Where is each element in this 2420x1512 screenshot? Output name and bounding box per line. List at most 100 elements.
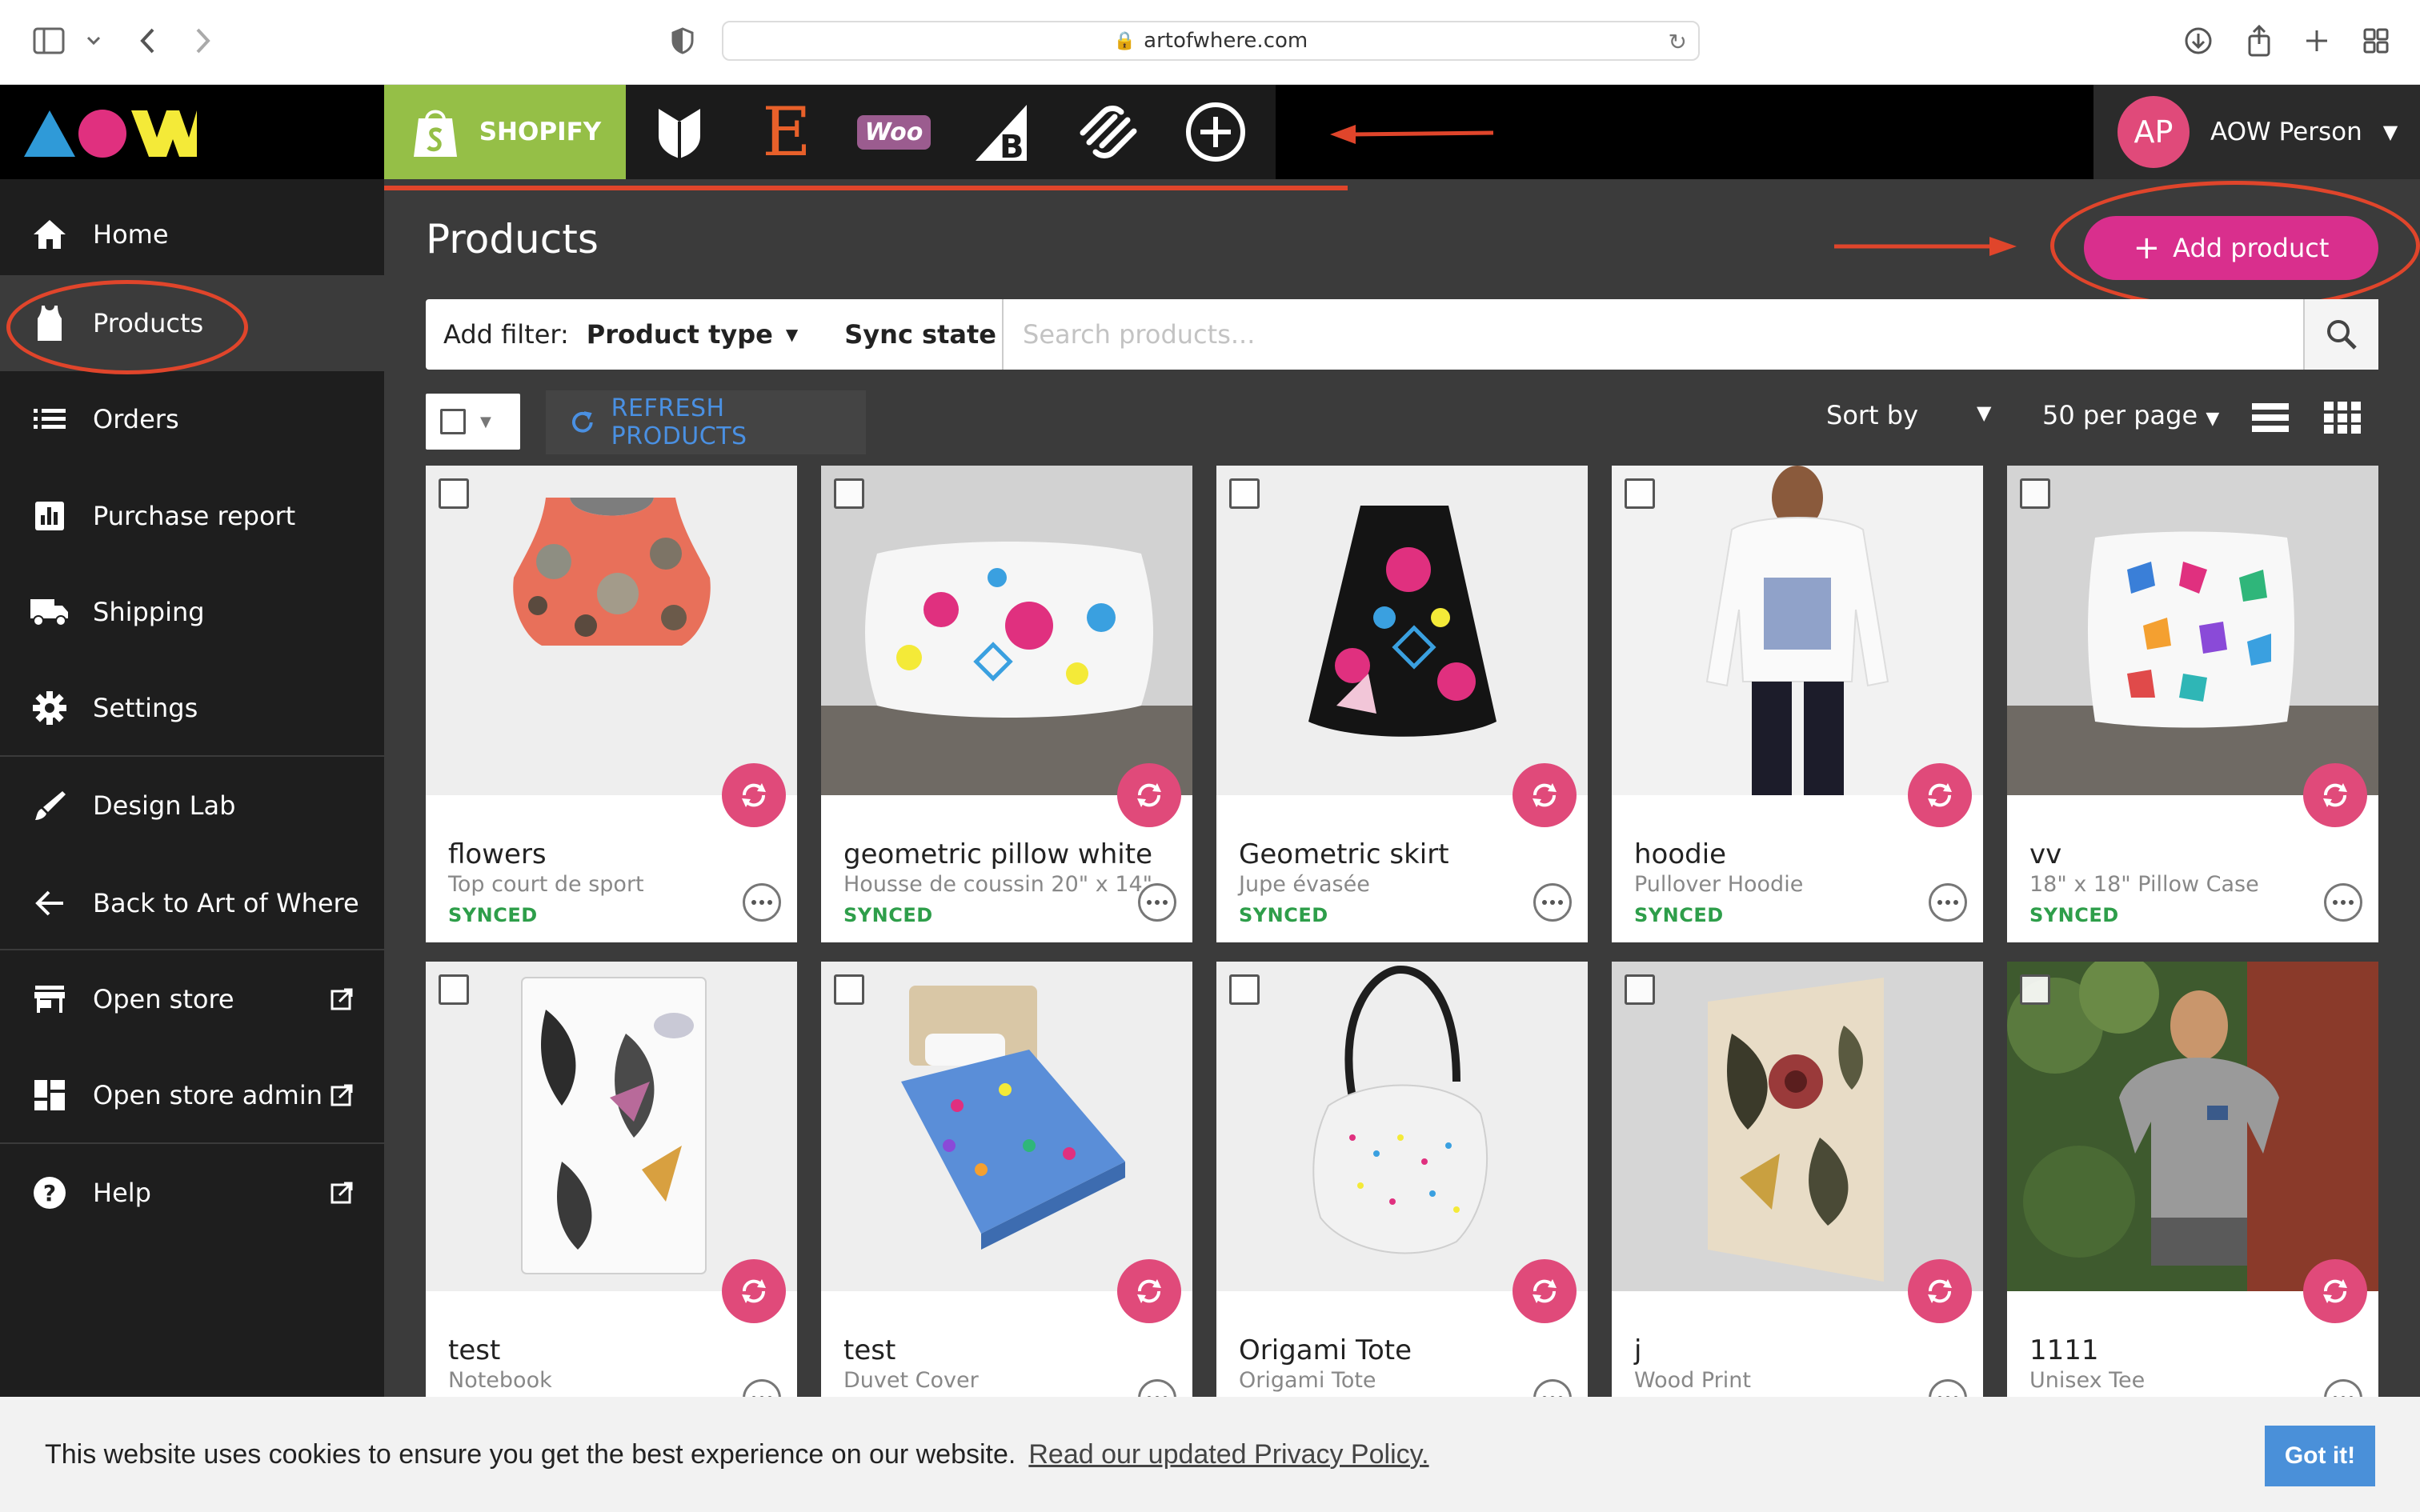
product-title[interactable]: vv [2029, 838, 2061, 870]
refresh-products-button[interactable]: REFRESH PRODUCTS [546, 390, 866, 454]
tab-overview-icon[interactable] [2356, 21, 2396, 61]
product-image-wood-print[interactable] [1612, 962, 1983, 1291]
caret-down-icon[interactable]: ▼ [1977, 402, 1991, 424]
sidebar-item-settings[interactable]: Settings [0, 664, 384, 752]
product-card[interactable]: geometric pillow white Housse de coussin… [821, 466, 1192, 942]
product-card[interactable]: hoodie Pullover Hoodie SYNCED [1612, 466, 1983, 942]
sync-button[interactable] [722, 1259, 786, 1323]
product-image-duvet[interactable] [821, 962, 1192, 1291]
tab-add-platform[interactable] [1162, 85, 1269, 179]
sync-button[interactable] [1117, 763, 1181, 827]
sync-button[interactable] [1908, 763, 1972, 827]
sync-button[interactable] [1512, 763, 1577, 827]
sidebar-item-home[interactable]: Home [0, 190, 384, 278]
product-title[interactable]: flowers [448, 838, 547, 870]
sync-button[interactable] [1117, 1259, 1181, 1323]
privacy-policy-link[interactable]: Read our updated Privacy Policy. [1028, 1439, 1428, 1470]
product-card[interactable]: test Duvet Cover [821, 962, 1192, 1438]
sync-state-dropdown[interactable]: Sync state ▼ [844, 319, 1021, 350]
chevron-down-icon[interactable] [74, 21, 114, 61]
back-icon[interactable] [128, 21, 168, 61]
select-all-dropdown[interactable]: ▼ [426, 394, 520, 450]
sort-by-dropdown[interactable]: Sort by [1826, 400, 1918, 430]
download-icon[interactable] [2178, 21, 2218, 61]
product-image-notebook[interactable] [426, 962, 797, 1291]
product-checkbox[interactable] [1625, 478, 1655, 509]
sidebar-item-back-to-aow[interactable]: Back to Art of Where [0, 859, 384, 947]
sync-button[interactable] [2303, 763, 2367, 827]
product-image-pillow[interactable] [821, 466, 1192, 795]
product-title[interactable]: test [843, 1334, 895, 1366]
user-menu[interactable]: AP AOW Person ▼ [2093, 85, 2420, 179]
more-options-button[interactable] [1138, 883, 1176, 922]
reload-icon[interactable]: ↻ [1669, 29, 1687, 55]
product-card[interactable]: test Notebook [426, 962, 797, 1438]
product-title[interactable]: test [448, 1334, 500, 1366]
grid-view-icon[interactable] [2324, 402, 2361, 434]
more-options-button[interactable] [743, 883, 781, 922]
product-checkbox[interactable] [439, 974, 469, 1005]
more-options-button[interactable] [1929, 883, 1967, 922]
product-type-dropdown[interactable]: Product type ▼ [587, 319, 798, 350]
product-checkbox[interactable] [439, 478, 469, 509]
sidebar-item-design-lab[interactable]: Design Lab [0, 762, 384, 850]
tab-shopify[interactable]: SHOPIFY [384, 85, 626, 179]
product-card[interactable]: j Wood Print [1612, 962, 1983, 1438]
more-options-button[interactable] [1533, 883, 1572, 922]
privacy-shield-icon[interactable] [663, 21, 703, 61]
share-icon[interactable] [2239, 21, 2279, 61]
sync-button[interactable] [2303, 1259, 2367, 1323]
sync-button[interactable] [1512, 1259, 1577, 1323]
product-checkbox[interactable] [2020, 478, 2050, 509]
sidebar-item-orders[interactable]: Orders [0, 375, 384, 463]
product-card[interactable]: Geometric skirt Jupe évasée SYNCED [1216, 466, 1588, 942]
aow-logo[interactable] [22, 107, 198, 158]
product-card[interactable]: flowers Top court de sport SYNCED [426, 466, 797, 942]
product-checkbox[interactable] [1625, 974, 1655, 1005]
caret-down-icon[interactable]: ▼ [480, 414, 491, 430]
product-checkbox[interactable] [834, 478, 864, 509]
product-checkbox[interactable] [1229, 974, 1260, 1005]
sync-button[interactable] [1908, 1259, 1972, 1323]
product-image-crop-top[interactable] [426, 466, 797, 795]
cookie-accept-button[interactable]: Got it! [2265, 1426, 2375, 1486]
product-title[interactable]: hoodie [1634, 838, 1726, 870]
product-card[interactable]: Origami Tote Origami Tote [1216, 962, 1588, 1438]
product-card[interactable]: vv 18" x 18" Pillow Case SYNCED [2007, 466, 2378, 942]
sidebar-item-open-store[interactable]: Open store [0, 955, 384, 1043]
product-image-skirt[interactable] [1216, 466, 1588, 795]
product-title[interactable]: j [1634, 1334, 1641, 1366]
address-bar[interactable]: 🔒 artofwhere.com ↻ [722, 21, 1700, 61]
product-title[interactable]: Geometric skirt [1239, 838, 1449, 870]
forward-icon[interactable] [182, 21, 222, 61]
new-tab-icon[interactable] [2297, 21, 2337, 61]
tab-woocommerce[interactable]: Woo [840, 85, 948, 179]
product-checkbox[interactable] [834, 974, 864, 1005]
per-page-dropdown[interactable]: 50 per page ▼ [2042, 400, 2219, 430]
tab-bigcommerce[interactable]: B [948, 85, 1055, 179]
product-image-tote[interactable] [1216, 962, 1588, 1291]
tab-etsy[interactable]: E [733, 85, 840, 179]
search-button[interactable] [2303, 299, 2378, 370]
select-all-checkbox[interactable] [440, 409, 466, 434]
sidebar-item-purchase-report[interactable]: Purchase report [0, 472, 384, 560]
sync-button[interactable] [722, 763, 786, 827]
sidebar-item-shipping[interactable]: Shipping [0, 568, 384, 656]
product-title[interactable]: geometric pillow white [843, 838, 1152, 870]
product-image-hoodie[interactable] [1612, 466, 1983, 795]
product-image-pillow-case[interactable] [2007, 466, 2378, 795]
tab-bigcartel[interactable] [626, 85, 733, 179]
sidebar-item-help[interactable]: ? Help [0, 1149, 384, 1237]
sidebar-item-open-store-admin[interactable]: Open store admin [0, 1051, 384, 1139]
product-checkbox[interactable] [2020, 974, 2050, 1005]
more-options-button[interactable] [2324, 883, 2362, 922]
tab-squarespace[interactable] [1055, 85, 1162, 179]
sidebar-toggle-icon[interactable] [29, 21, 69, 61]
product-title[interactable]: 1111 [2029, 1334, 2099, 1366]
product-image-tee[interactable] [2007, 962, 2378, 1291]
search-input[interactable] [1002, 299, 2303, 370]
product-checkbox[interactable] [1229, 478, 1260, 509]
product-card[interactable]: 1111 Unisex Tee [2007, 962, 2378, 1438]
list-view-icon[interactable] [2252, 402, 2289, 434]
product-title[interactable]: Origami Tote [1239, 1334, 1412, 1366]
